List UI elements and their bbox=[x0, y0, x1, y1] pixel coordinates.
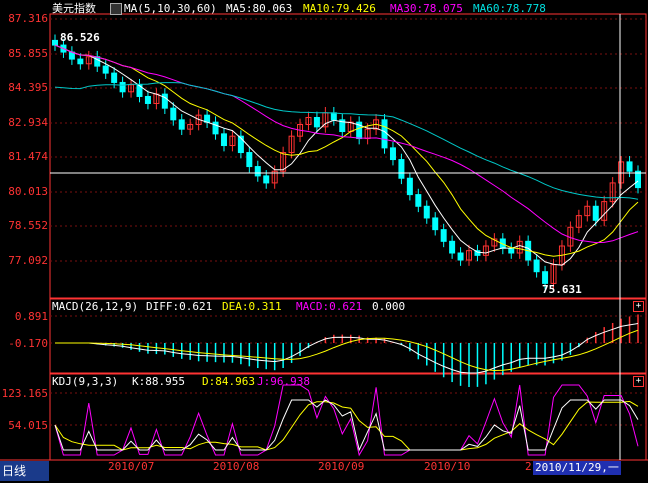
candle-body bbox=[102, 65, 109, 74]
kdj-expand-button[interactable]: + bbox=[633, 376, 644, 387]
y-tick-main: 77.092 bbox=[8, 254, 48, 267]
kdj-params: KDJ(9,3,3) bbox=[52, 375, 119, 388]
candle-body bbox=[94, 56, 101, 67]
macd-params: MACD(26,12,9) bbox=[52, 300, 139, 313]
candle-body bbox=[178, 119, 185, 130]
candle-body bbox=[144, 95, 151, 104]
candle-body bbox=[432, 217, 439, 231]
candle-body bbox=[52, 39, 58, 46]
kdj-j-value: J:96.938 bbox=[257, 375, 310, 388]
ma10-line bbox=[54, 44, 639, 257]
high-price-marker: 86.526 bbox=[60, 31, 100, 44]
x-tick-label: 2010/07 bbox=[108, 460, 155, 473]
macd-expand-button[interactable]: + bbox=[633, 301, 644, 312]
y-tick-main: 80.013 bbox=[8, 185, 48, 198]
y-tick-main: 82.934 bbox=[8, 116, 48, 129]
candle-body bbox=[406, 177, 413, 196]
candle-body bbox=[313, 116, 320, 128]
y-tick-main: 78.552 bbox=[8, 219, 48, 232]
macd-dea-value: DEA:0.311 bbox=[222, 300, 282, 313]
ma30-value: MA30:78.075 bbox=[390, 2, 463, 15]
candle-body bbox=[111, 72, 118, 83]
instrument-title: 美元指数 bbox=[52, 2, 96, 15]
period-tab-daily[interactable]: 日线 bbox=[0, 461, 49, 481]
candle-body bbox=[77, 58, 84, 65]
ma5-value: MA5:80.063 bbox=[226, 2, 293, 15]
candle-body bbox=[440, 229, 447, 242]
y-tick-main: 87.316 bbox=[8, 12, 48, 25]
candle-body bbox=[220, 133, 227, 147]
y-tick-main: 81.474 bbox=[8, 150, 48, 163]
candle-body bbox=[592, 205, 599, 221]
ma10-value: MA10:79.426 bbox=[303, 2, 376, 15]
y-tick-macd: -0.170 bbox=[8, 337, 48, 350]
kdj-j-line bbox=[54, 384, 639, 457]
candle-body bbox=[389, 147, 396, 161]
candle-body bbox=[119, 81, 126, 93]
candle-body bbox=[457, 252, 464, 261]
candle-body bbox=[330, 112, 337, 121]
macd-diff-value: DIFF:0.621 bbox=[146, 300, 213, 313]
candle-body bbox=[626, 161, 633, 172]
macd-dea-line bbox=[55, 329, 639, 372]
candle-body bbox=[542, 271, 549, 284]
macd-macd-value: MACD:0.621 bbox=[296, 300, 363, 313]
y-tick-macd: 0.891 bbox=[14, 310, 48, 323]
candle-body bbox=[263, 175, 270, 184]
ma-params: MA(5,10,30,60) bbox=[124, 2, 217, 15]
candle-body bbox=[423, 205, 430, 219]
ma60-value: MA60:78.778 bbox=[473, 2, 546, 15]
candle-body bbox=[254, 166, 261, 177]
ma60-line bbox=[54, 82, 639, 200]
macd-diff-line bbox=[55, 323, 639, 374]
macd-extra-value: 0.000 bbox=[372, 300, 406, 313]
y-tick-main: 84.395 bbox=[8, 81, 48, 94]
low-price-marker: 75.631 bbox=[542, 283, 582, 296]
main-panel-frame bbox=[49, 13, 647, 299]
candle-body bbox=[533, 259, 540, 273]
candle-body bbox=[170, 107, 177, 121]
candle-body bbox=[635, 170, 641, 189]
y-tick-main: 85.855 bbox=[8, 47, 48, 60]
kdj-d-value: D:84.963 bbox=[202, 375, 255, 388]
ma-toggle-icon[interactable] bbox=[110, 3, 122, 15]
y-tick-kdj: 54.015 bbox=[8, 419, 48, 432]
cursor-date-readout: 2010/11/29,一 bbox=[533, 461, 621, 475]
ma5-line bbox=[54, 44, 639, 266]
candle-body bbox=[398, 159, 405, 179]
kdj-k-value: K:88.955 bbox=[132, 375, 185, 388]
candle-body bbox=[449, 240, 456, 254]
chart-canvas[interactable] bbox=[0, 0, 648, 483]
x-tick-label: 2010/08 bbox=[213, 460, 260, 473]
candle-body bbox=[381, 119, 388, 149]
x-tick-label: 2010/10 bbox=[424, 460, 471, 473]
x-tick-label: 2010/09 bbox=[318, 460, 365, 473]
x-tick-label: 2 bbox=[525, 460, 532, 473]
candle-body bbox=[246, 152, 253, 168]
stock-chart-window[interactable]: 美元指数 MA(5,10,30,60) MA5:80.063 MA10:79.4… bbox=[0, 0, 648, 483]
candle-body bbox=[415, 194, 422, 207]
candle-body bbox=[508, 247, 515, 254]
y-tick-kdj: 123.165 bbox=[1, 387, 48, 400]
